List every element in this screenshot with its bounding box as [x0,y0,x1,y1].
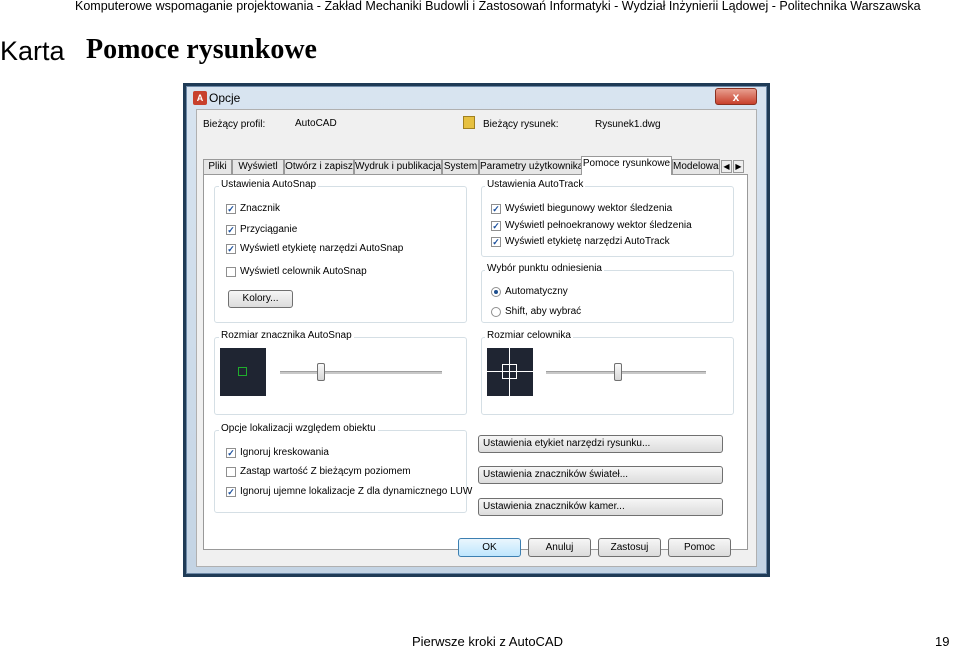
dialog-client: Bieżący profil: AutoCAD Bieżący rysunek:… [196,109,757,567]
drawing-label: Bieżący rysunek: [483,119,559,130]
checkbox-replace-z[interactable] [226,467,236,477]
drawing-icon [463,116,475,129]
marker-preview [220,348,266,396]
autosnap-group-title: Ustawienia AutoSnap [219,179,319,190]
options-dialog: A Opcje x Bieżący profil: AutoCAD Bieżąc… [186,86,767,574]
tab-scroll-right-icon[interactable]: ▶ [733,160,744,173]
light-glyph-settings-button[interactable]: Ustawienia znaczników świateł... [478,466,723,484]
checkbox-fullscreen-tracking[interactable]: ✓ [491,221,501,231]
tab-parametry-uzytkownika[interactable]: Parametry użytkownika [479,159,582,174]
aperture-preview [487,348,533,396]
tab-scroll-left-icon[interactable]: ◀ [721,160,732,173]
tab-panel: Ustawienia AutoSnap ✓ Znacznik ✓ Przycią… [203,174,748,550]
location-group-title: Opcje lokalizacji względem obiektu [219,423,378,434]
checkbox-label: Zastąp wartość Z bieżącym poziomem [240,466,411,477]
radio-label: Shift, aby wybrać [505,306,582,317]
tab-wyswietl[interactable]: Wyświetl [232,159,284,174]
tab-otworz-i-zapisz[interactable]: Otwórz i zapisz [284,159,354,174]
tooltip-settings-button[interactable]: Ustawienia etykiet narzędzi rysunku... [478,435,723,453]
checkbox-label: Wyświetl biegunowy wektor śledzenia [505,203,673,214]
checkbox-autotrack-tooltip[interactable]: ✓ [491,237,501,247]
ok-button[interactable]: OK [458,538,521,557]
checkbox-polar-tracking[interactable]: ✓ [491,204,501,214]
tab-system[interactable]: System [442,159,479,174]
page-footer: Pierwsze kroki z AutoCAD [412,634,563,649]
checkbox-label: Przyciąganie [240,224,298,235]
colors-button[interactable]: Kolory... [228,290,293,308]
radio-shift[interactable] [491,307,501,317]
slide-title-prefix: Karta [0,36,65,66]
close-button[interactable]: x [715,88,757,105]
checkbox-autosnap-aperture[interactable] [226,267,236,277]
marker-size-slider-thumb[interactable] [316,363,325,381]
checkbox-label: Wyświetl etykietę narzędzi AutoTrack [505,236,670,247]
checkbox-ignore-negative-z[interactable]: ✓ [226,487,236,497]
checkbox-label: Wyświetl pełnoekranowy wektor śledzenia [505,220,692,231]
autotrack-group-title: Ustawienia AutoTrack [485,179,586,190]
autocad-app-icon: A [193,91,207,105]
cancel-button[interactable]: Anuluj [528,538,591,557]
dialog-title: Opcje [209,91,241,105]
checkbox-label: Znacznik [240,203,281,214]
aperture-size-group-title: Rozmiar celownika [485,330,573,341]
tab-pliki[interactable]: Pliki [203,159,232,174]
checkbox-label: Ignoruj kreskowania [240,447,329,458]
slide-title: Pomoce rysunkowe [86,34,317,65]
aperture-box-icon [502,364,517,379]
radio-label: Automatyczny [505,286,568,297]
page-number: 19 [935,634,950,649]
checkbox-przyciaganie[interactable]: ✓ [226,225,236,235]
checkbox-label: Wyświetl celownik AutoSnap [240,266,367,277]
checkbox-znacznik[interactable]: ✓ [226,204,236,214]
checkbox-ignore-hatch[interactable]: ✓ [226,448,236,458]
reference-group-title: Wybór punktu odniesienia [485,263,604,274]
drawing-value: Rysunek1.dwg [595,119,661,130]
tab-modelowanie[interactable]: Modelowan [672,159,720,174]
aperture-size-slider-thumb[interactable] [614,363,622,381]
autosnap-marker-icon [238,367,247,376]
profile-value: AutoCAD [295,118,337,129]
page-header: Komputerowe wspomaganie projektowania - … [75,0,921,13]
checkbox-autosnap-tooltip[interactable]: ✓ [226,244,236,254]
marker-size-group-title: Rozmiar znacznika AutoSnap [219,330,354,341]
apply-button[interactable]: Zastosuj [598,538,661,557]
marker-size-track[interactable] [280,371,442,374]
radio-automatyczny[interactable] [491,287,501,297]
profile-label: Bieżący profil: [203,119,266,130]
tab-wydruk-i-publikacja[interactable]: Wydruk i publikacja [354,159,442,174]
camera-glyph-settings-button[interactable]: Ustawienia znaczników kamer... [478,498,723,516]
checkbox-label: Wyświetl etykietę narzędzi AutoSnap [240,243,404,254]
aperture-size-track[interactable] [546,371,706,374]
checkbox-label: Ignoruj ujemne lokalizacje Z dla dynamic… [240,486,473,497]
help-button[interactable]: Pomoc [668,538,731,557]
tab-pomoce-rysunkowe[interactable]: Pomoce rysunkowe [581,156,672,175]
